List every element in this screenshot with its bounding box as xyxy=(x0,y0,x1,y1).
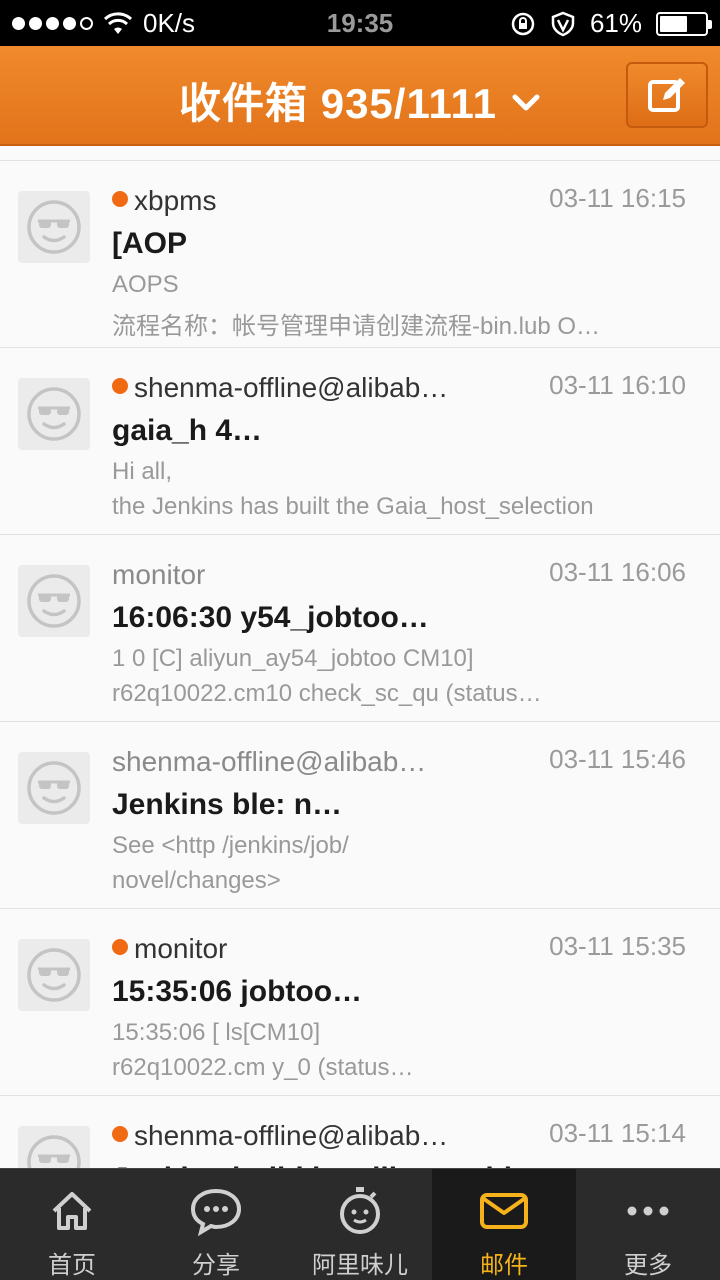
bottom-tab-bar: 首页 分享 阿里味儿 邮件 更多 xyxy=(0,1168,720,1280)
more-dots-icon xyxy=(624,1185,672,1237)
mail-sender-name: monitor xyxy=(134,933,228,964)
mail-list-item[interactable]: monitor 03-11 16:06 16:06:30 y54_jobtoo… 1 … xyxy=(0,535,720,722)
mail-preview-line-2: novel/changes> xyxy=(112,867,281,894)
mail-time: 03-11 16:10 xyxy=(549,370,686,400)
tab-label: 更多 xyxy=(624,1252,672,1279)
tab-label: 分享 xyxy=(192,1252,240,1279)
status-bar: 0K/s 19:35 61% xyxy=(0,0,720,46)
unread-dot-icon xyxy=(112,378,128,394)
avatar-sunglasses-icon xyxy=(18,378,90,450)
tab-home[interactable]: 首页 xyxy=(0,1169,144,1280)
mail-sender-name: shenma-offline@alibab… xyxy=(134,372,449,403)
mail-list[interactable]: xbpms 03-11 16:15 [AOP AOPS 流程名称：帐号管理申请创建流程-… xyxy=(0,160,720,1168)
mail-list-item[interactable]: monitor 03-11 15:35 15:35:06 jobtoo… 15:35:… xyxy=(0,909,720,1096)
mail-subject: 16:06:30 y54_jobtoo… xyxy=(112,601,429,634)
mail-preview-line-2: the Jenkins has built the Gaia_host_sele… xyxy=(112,493,594,520)
unread-dot-icon xyxy=(112,939,128,955)
mail-subject: 15:35:06 jobtoo… xyxy=(112,975,363,1008)
tab-label: 首页 xyxy=(48,1252,96,1279)
mail-list-item[interactable]: shenma-offline@alibab…03-11 15:14Jenkins… xyxy=(0,1096,720,1168)
location-shield-icon xyxy=(551,11,575,36)
mail-sender: shenma-offline@alibab… xyxy=(112,372,502,404)
mail-sender: shenma-offline@alibab… xyxy=(112,1120,502,1152)
mail-sender: shenma-offline@alibab… xyxy=(112,746,502,778)
mail-preview-line-1: AOPS xyxy=(112,271,179,298)
mail-time: 03-11 16:15 xyxy=(549,183,686,213)
inbox-title: 收件箱 935/1111 xyxy=(179,80,497,127)
mail-preview-line-2: r62q10022.cm10 check_sc_qu (status… xyxy=(112,680,542,707)
status-right: 61% xyxy=(510,8,712,39)
mail-preview-line-1: Hi all, xyxy=(112,458,173,485)
mail-preview-line-2: r62q10022.cm y_0 (status… xyxy=(112,1054,414,1081)
mail-subject: Jenkins ble: n… xyxy=(112,788,343,821)
mail-sender: monitor xyxy=(112,933,502,965)
compose-icon xyxy=(648,78,685,112)
home-icon xyxy=(48,1185,96,1237)
battery-fill xyxy=(660,15,687,32)
avatar-sunglasses-icon xyxy=(18,565,90,637)
rotation-lock-icon xyxy=(511,12,535,35)
mail-sender-name: xbpms xyxy=(134,185,217,216)
mail-preview-line-2: 流程名称：帐号管理申请创建流程-bin.lub O… xyxy=(112,313,601,340)
tab-more-dots[interactable]: 更多 xyxy=(576,1169,720,1280)
inbox-header: 收件箱 935/1111 xyxy=(0,46,720,146)
mail-sender-name: shenma-offline@alibab… xyxy=(134,1120,449,1151)
mail-sender: monitor xyxy=(112,559,502,591)
unread-dot-icon xyxy=(112,1126,128,1142)
mail-list-item[interactable]: shenma-offline@alibab… 03-11 16:10 gaia_h … xyxy=(0,348,720,535)
avatar-sunglasses-icon xyxy=(18,752,90,824)
unread-dot-icon xyxy=(112,191,128,207)
tab-label: 邮件 xyxy=(480,1252,528,1279)
mail-sender-name: shenma-offline@alibab… xyxy=(112,746,427,777)
tab-stopwatch-face[interactable]: 阿里味儿 xyxy=(288,1169,432,1280)
compose-button[interactable] xyxy=(626,62,708,128)
tab-label: 阿里味儿 xyxy=(312,1252,408,1279)
avatar-sunglasses-icon xyxy=(18,1126,90,1168)
tab-mail[interactable]: 邮件 xyxy=(432,1169,576,1280)
mail-time: 03-11 15:14 xyxy=(549,1118,686,1148)
mail-time: 03-11 15:35 xyxy=(549,931,686,961)
avatar-sunglasses-icon xyxy=(18,939,90,1011)
mail-sender-name: monitor xyxy=(112,559,206,590)
inbox-title-dropdown[interactable]: 收件箱 935/1111 xyxy=(0,70,720,131)
mail-list-item[interactable]: shenma-offline@alibab… 03-11 15:46 Jenkins… xyxy=(0,722,720,909)
mail-time: 03-11 16:06 xyxy=(549,557,686,587)
mail-time: 03-11 15:46 xyxy=(549,744,686,774)
mail-subject: gaia_h 4… xyxy=(112,414,263,447)
mail-preview-line-1: See <http /jenkins/job/ xyxy=(112,832,349,859)
stopwatch-face-icon xyxy=(336,1185,384,1237)
mail-subject: [AOP xyxy=(112,227,187,260)
mail-preview-line-1: 15:35:06 [ ls[CM10] xyxy=(112,1019,321,1046)
mail-icon xyxy=(478,1185,530,1237)
battery-percent: 61% xyxy=(589,8,642,38)
mail-preview-line-1: 1 0 [C] aliyun_ay54_jobtoo CM10] xyxy=(112,645,474,672)
mail-sender: xbpms xyxy=(112,185,502,217)
avatar-sunglasses-icon xyxy=(18,191,90,263)
chat-bubble-icon xyxy=(188,1185,244,1237)
battery-icon xyxy=(656,11,712,36)
chevron-down-icon xyxy=(511,88,541,122)
tab-chat-bubble[interactable]: 分享 xyxy=(144,1169,288,1280)
mail-list-item[interactable]: xbpms 03-11 16:15 [AOP AOPS 流程名称：帐号管理申请创建流程-… xyxy=(0,161,720,348)
